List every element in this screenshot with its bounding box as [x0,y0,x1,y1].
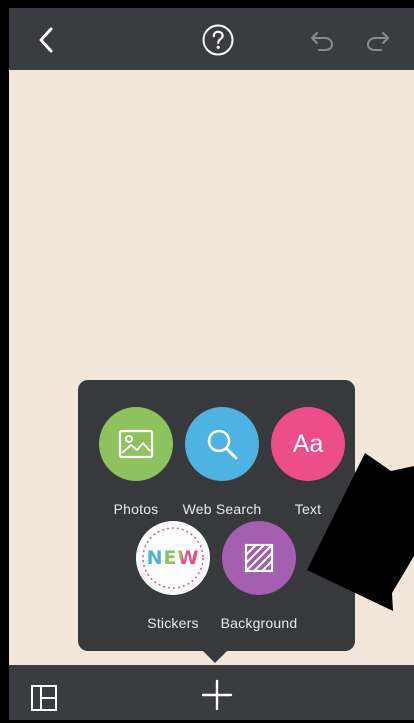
background-button[interactable]: Background [216,521,302,631]
stickers-circle: NEW [136,521,210,595]
top-toolbar [9,8,414,70]
layout-button[interactable] [29,683,59,713]
help-button[interactable] [201,23,235,57]
plus-icon [201,679,233,711]
photos-button[interactable]: Photos [93,407,179,517]
menu-pointer [203,651,227,663]
photos-circle [99,407,173,481]
question-circle-icon [202,24,234,56]
pattern-icon [244,543,274,573]
app-frame: Photos Web Search Aa Text NEW Stickers B… [9,8,414,720]
photos-label: Photos [113,501,159,517]
web-search-circle [185,407,259,481]
add-button[interactable] [200,678,234,712]
stickers-button[interactable]: NEW Stickers [130,521,216,631]
background-label: Background [220,615,298,631]
bottom-toolbar [9,665,414,720]
undo-icon [311,32,334,51]
redo-icon [366,32,389,51]
new-badge-text: NEW [146,547,200,569]
background-circle [222,521,296,595]
layout-grid-icon [31,685,57,711]
redo-button[interactable] [363,25,393,55]
stickers-label: Stickers [147,615,199,631]
search-icon [207,429,238,460]
chevron-left-icon [39,27,53,53]
back-button[interactable] [31,25,61,55]
image-icon [118,429,154,459]
pointer-arrow-icon [307,453,414,611]
undo-button[interactable] [307,25,337,55]
web-search-label: Web Search [182,501,262,517]
web-search-button[interactable]: Web Search [179,407,265,517]
